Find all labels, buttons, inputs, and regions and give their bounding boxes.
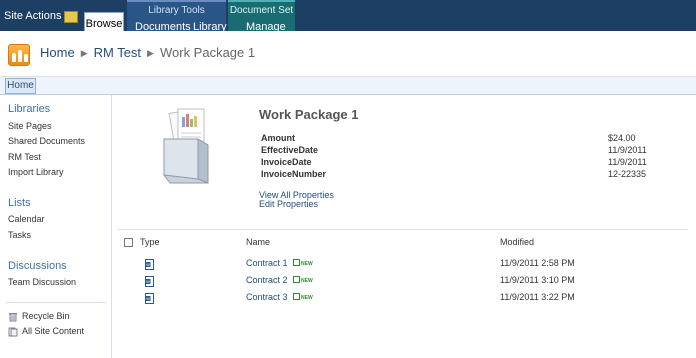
quick-launch: Libraries Site Pages Shared Documents RM…: [0, 95, 112, 358]
breadcrumb: Home ▶ RM Test ▶ Work Package 1: [40, 45, 255, 60]
edit-properties-link[interactable]: Edit Properties: [259, 199, 318, 209]
site-content-icon: [8, 327, 18, 337]
ql-item-calendar[interactable]: Calendar: [8, 214, 45, 224]
ql-divider: [6, 302, 106, 303]
ql-item-team-discussion[interactable]: Team Discussion: [8, 277, 76, 287]
new-badge-label: NEW: [301, 260, 313, 267]
library-tools-group: Library Tools Documents Library: [127, 0, 227, 33]
breadcrumb-separator-icon: ▶: [147, 48, 154, 58]
modified-date: 11/9/2011 3:10 PM: [500, 275, 575, 285]
recycle-bin-link[interactable]: Recycle Bin: [8, 311, 70, 322]
breadcrumb-separator-icon: ▶: [80, 48, 88, 58]
column-header-name[interactable]: Name: [246, 237, 270, 247]
breadcrumb-rm-test[interactable]: RM Test: [94, 45, 141, 60]
navigate-up-icon[interactable]: [64, 11, 78, 23]
breadcrumb-home[interactable]: Home: [40, 45, 75, 60]
prop-value-invoice-date: 11/9/2011: [608, 157, 647, 167]
recycle-bin-label: Recycle Bin: [22, 311, 70, 321]
all-site-content-link[interactable]: All Site Content: [8, 326, 84, 337]
document-link-contract-3[interactable]: Contract 3: [246, 292, 288, 302]
prop-label-effective-date: EffectiveDate: [261, 145, 319, 155]
list-divider: [118, 229, 688, 230]
prop-value-amount: $24.00: [608, 133, 636, 143]
word-document-icon[interactable]: W: [145, 291, 154, 304]
all-site-content-label: All Site Content: [22, 326, 85, 336]
recycle-bin-icon: [8, 312, 18, 322]
ql-item-shared-documents[interactable]: Shared Documents: [8, 136, 85, 146]
tab-browse[interactable]: Browse: [84, 12, 124, 31]
document-set-icon: [158, 105, 214, 185]
new-badge-label: NEW: [301, 277, 313, 284]
new-badge: NEW: [293, 276, 313, 284]
library-tools-title: Library Tools: [148, 5, 205, 16]
ql-heading-lists[interactable]: Lists: [8, 197, 31, 209]
word-document-icon[interactable]: W: [145, 274, 154, 287]
docset-title: Work Package 1: [259, 107, 359, 122]
svg-text:W: W: [146, 279, 150, 284]
column-header-modified[interactable]: Modified: [500, 237, 534, 247]
ql-item-rm-test[interactable]: RM Test: [8, 152, 41, 162]
modified-date: 11/9/2011 2:58 PM: [500, 258, 575, 268]
new-badge: NEW: [293, 259, 313, 267]
site-logo-icon[interactable]: [8, 44, 30, 66]
document-link-contract-2[interactable]: Contract 2: [246, 275, 288, 285]
modified-date: 11/9/2011 3:22 PM: [500, 292, 575, 302]
document-link-contract-1[interactable]: Contract 1: [246, 258, 288, 268]
document-set-title: Document Set: [229, 5, 294, 16]
ql-heading-discussions[interactable]: Discussions: [8, 260, 67, 272]
prop-value-effective-date: 11/9/2011: [608, 145, 647, 155]
column-header-type[interactable]: Type: [140, 237, 160, 247]
ql-item-import-library[interactable]: Import Library: [8, 167, 64, 177]
prop-label-invoice-number: InvoiceNumber: [261, 169, 327, 179]
svg-text:W: W: [146, 296, 150, 301]
site-actions-label: Site Actions: [4, 10, 62, 22]
ql-item-site-pages[interactable]: Site Pages: [8, 121, 52, 131]
page-title: Work Package 1: [159, 45, 256, 60]
select-all-checkbox[interactable]: [124, 238, 133, 247]
ql-item-tasks[interactable]: Tasks: [8, 230, 31, 240]
prop-label-invoice-date: InvoiceDate: [261, 157, 312, 167]
document-set-group: Document Set Manage: [228, 0, 295, 33]
word-document-icon[interactable]: W: [145, 257, 154, 270]
prop-value-invoice-number: 12-22335: [608, 169, 647, 179]
new-badge: NEW: [293, 293, 313, 301]
ribbon-bar: Site Actions▼ Browse Library Tools Docum…: [0, 0, 696, 33]
ql-heading-libraries[interactable]: Libraries: [8, 103, 50, 115]
top-nav-home[interactable]: Home: [5, 78, 36, 94]
new-badge-label: NEW: [301, 294, 313, 301]
site-actions-menu[interactable]: Site Actions▼: [4, 10, 71, 22]
svg-text:W: W: [146, 262, 150, 267]
prop-label-amount: Amount: [261, 133, 295, 143]
